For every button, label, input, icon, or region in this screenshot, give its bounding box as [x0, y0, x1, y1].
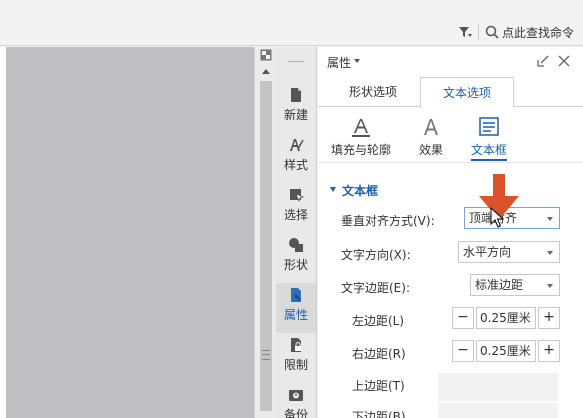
top-toolbar: 点此查找命令	[0, 0, 583, 46]
text-margin-label: 文字边距(E):	[341, 281, 410, 295]
sidebar-item-property[interactable]: 属性	[276, 283, 316, 333]
select-icon	[290, 189, 304, 203]
close-icon[interactable]	[558, 55, 570, 67]
sidebar-item-shape[interactable]: 形状	[276, 233, 316, 283]
tab-shape-options[interactable]: 形状选项	[326, 77, 420, 107]
text-effect-icon	[424, 119, 438, 135]
right-margin-label: 右边距(R)	[352, 347, 406, 361]
scroll-up-icon[interactable]	[261, 67, 271, 75]
left-margin-stepper: − 0.25厘米 +	[452, 307, 560, 329]
vertical-scrollbar[interactable]	[254, 47, 276, 418]
style-icon	[290, 139, 304, 151]
sidebar-item-label: 属性	[283, 308, 308, 322]
resize-grip-icon[interactable]	[262, 350, 270, 360]
command-search-input[interactable]: 点此查找命令	[502, 24, 574, 41]
subtab-label: 填充与轮廓	[330, 143, 391, 157]
property-panel: 属性 形状选项 文本选项 填充与轮廓 效果 文本框 文本框 垂直对齐方式(V):…	[318, 47, 583, 418]
sidebar-divider	[288, 61, 304, 62]
panel-pin-icon[interactable]	[260, 49, 272, 61]
sidebar-item-label: 限制	[283, 358, 308, 372]
sidebar-item-new[interactable]: 新建	[276, 83, 316, 133]
chevron-down-icon	[547, 217, 553, 221]
top-margin-label: 上边距(T)	[352, 379, 405, 393]
increase-button[interactable]: +	[538, 307, 560, 329]
text-margin-value: 标准边距	[475, 278, 524, 292]
sidebar-item-label: 形状	[283, 258, 308, 272]
left-margin-label: 左边距(L)	[352, 314, 405, 328]
toolbar-separator	[478, 24, 479, 40]
document-canvas[interactable]	[0, 47, 254, 418]
subtab-textbox[interactable]: 文本框	[469, 113, 509, 161]
active-subtab-indicator	[471, 159, 507, 161]
right-margin-stepper: − 0.25厘米 +	[452, 340, 560, 362]
task-pane-sidebar: 新建 样式 选择 形状 属性 限制 备份	[276, 47, 317, 418]
sidebar-item-label: 选择	[283, 208, 308, 222]
filter-dropdown-icon[interactable]	[458, 25, 472, 39]
right-margin-input[interactable]: 0.25厘米	[476, 340, 536, 362]
document-page-edge	[0, 47, 6, 418]
shape-icon	[289, 238, 303, 252]
text-margin-select[interactable]: 标准边距	[470, 274, 560, 296]
collapse-icon[interactable]	[537, 55, 549, 67]
left-margin-input[interactable]: 0.25厘米	[476, 307, 536, 329]
subtab-fill-outline[interactable]: 填充与轮廓	[328, 113, 394, 161]
scrollbar-thumb[interactable]	[260, 81, 272, 411]
chevron-down-icon	[547, 284, 553, 288]
subtab-label: 效果	[418, 143, 443, 157]
subtab-effects[interactable]: 效果	[414, 113, 448, 161]
chevron-down-icon[interactable]	[354, 59, 360, 63]
section-collapse-icon[interactable]	[330, 187, 336, 192]
decrease-button[interactable]: −	[452, 340, 474, 362]
section-title[interactable]: 文本框	[342, 182, 378, 199]
text-fill-icon	[352, 119, 370, 137]
mouse-cursor-icon	[490, 207, 504, 228]
panel-title[interactable]: 属性	[327, 54, 351, 71]
backup-icon	[289, 390, 303, 401]
sidebar-item-restrict[interactable]: 限制	[276, 333, 316, 383]
textbox-icon	[479, 117, 499, 136]
sidebar-item-label: 备份	[283, 408, 308, 418]
sidebar-item-label: 新建	[283, 108, 308, 122]
lock-document-icon	[291, 338, 301, 352]
chevron-down-icon	[547, 251, 553, 255]
panel-tabs: 形状选项 文本选项	[318, 77, 583, 108]
sidebar-item-select[interactable]: 选择	[276, 183, 316, 233]
text-option-subtabs: 填充与轮廓 效果 文本框	[318, 113, 583, 163]
text-direction-select[interactable]: 水平方向	[458, 241, 560, 263]
obscured-region	[438, 373, 558, 401]
property-icon	[291, 288, 301, 302]
text-direction-label: 文字方向(X):	[341, 248, 411, 262]
subtab-label: 文本框	[470, 143, 507, 157]
vertical-align-label: 垂直对齐方式(V):	[341, 214, 435, 228]
text-direction-value: 水平方向	[463, 245, 512, 259]
document-icon	[291, 88, 301, 102]
obscured-region	[438, 403, 558, 418]
sidebar-item-style[interactable]: 样式	[276, 133, 316, 183]
sidebar-item-backup[interactable]: 备份	[276, 383, 316, 418]
tab-text-options[interactable]: 文本选项	[420, 77, 514, 108]
increase-button[interactable]: +	[538, 340, 560, 362]
decrease-button[interactable]: −	[452, 307, 474, 329]
bottom-margin-label: 下边距(B)	[352, 410, 406, 418]
sidebar-item-label: 样式	[283, 158, 308, 172]
search-icon[interactable]	[485, 25, 499, 39]
